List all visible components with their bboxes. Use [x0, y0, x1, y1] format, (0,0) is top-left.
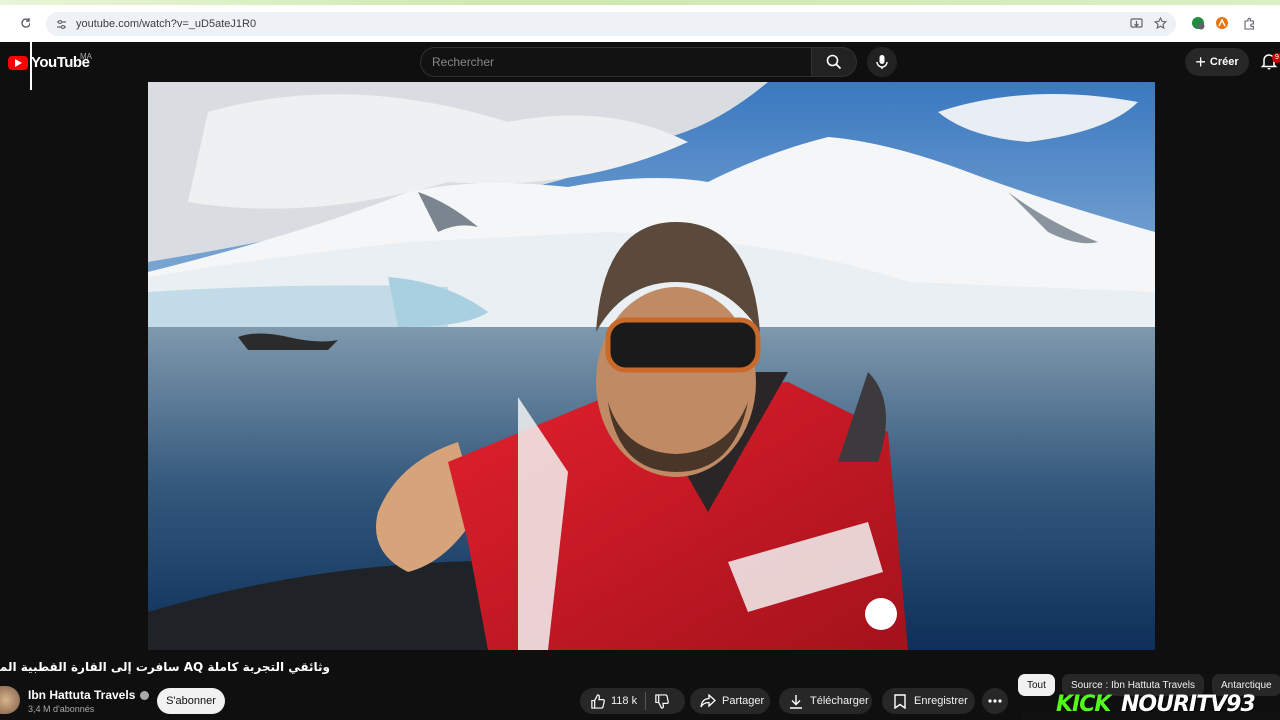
youtube-play-icon	[8, 55, 28, 70]
kick-logo: KICK	[1056, 692, 1111, 717]
verified-badge-icon	[140, 690, 150, 700]
youtube-logo[interactable]: YouTube	[8, 54, 90, 71]
streamer-handle: NOURITV93	[1121, 692, 1256, 717]
save-button[interactable]: Enregistrer	[882, 688, 975, 714]
share-button[interactable]: Partager	[690, 688, 770, 714]
thumbs-up-icon	[591, 693, 605, 709]
search-icon	[826, 54, 842, 70]
like-count: 118 k	[611, 695, 638, 707]
channel-name-link[interactable]: Ibn Hattuta Travels	[28, 688, 150, 702]
search-field[interactable]	[420, 47, 812, 77]
like-divider	[645, 692, 647, 710]
save-label: Enregistrer	[914, 695, 968, 707]
video-title: وثائقي التجربة كاملة AQ سافرت إلى القارة…	[0, 660, 330, 674]
country-code: MA	[80, 52, 92, 61]
microphone-icon	[876, 55, 888, 69]
plus-icon: +	[1195, 52, 1206, 72]
create-button[interactable]: + Créer	[1185, 48, 1249, 76]
bookmark-icon	[894, 693, 906, 709]
create-label: Créer	[1209, 56, 1239, 68]
download-icon	[790, 694, 802, 709]
address-bar[interactable]: youtube.com/watch?v=_uD5ateJ1R0	[46, 12, 1176, 36]
install-app-icon[interactable]	[1128, 15, 1144, 31]
extension-orange-icon[interactable]	[1214, 15, 1230, 31]
download-button[interactable]: Télécharger	[779, 688, 872, 714]
thumbs-down-icon	[655, 693, 669, 709]
video-player[interactable]	[148, 82, 1155, 650]
subscriber-count: 3,4 M d'abonnés	[28, 704, 95, 714]
more-actions-button[interactable]	[982, 688, 1008, 714]
video-frame	[148, 82, 1155, 650]
chip-all[interactable]: Tout	[1018, 674, 1055, 696]
extension-green-icon[interactable]	[1190, 15, 1206, 31]
site-info-icon[interactable]	[52, 15, 70, 33]
like-dislike-group: 118 k	[580, 688, 685, 714]
more-dots-icon	[988, 699, 1002, 703]
notification-badge: 9	[1272, 53, 1280, 63]
search-input[interactable]	[432, 55, 811, 69]
subscribe-button[interactable]: S'abonner	[157, 688, 225, 714]
dislike-button[interactable]	[654, 693, 669, 709]
download-label: Télécharger	[810, 695, 869, 707]
bookmark-star-icon[interactable]	[1152, 15, 1168, 31]
address-url: youtube.com/watch?v=_uD5ateJ1R0	[76, 18, 257, 30]
extensions-puzzle-icon[interactable]	[1241, 15, 1257, 31]
text-cursor	[30, 22, 32, 90]
share-arrow-icon	[700, 694, 716, 708]
channel-name: Ibn Hattuta Travels	[28, 688, 136, 702]
search-button[interactable]	[811, 47, 857, 77]
like-button[interactable]: 118 k	[580, 693, 638, 709]
browser-tab-strip	[0, 0, 1280, 5]
share-label: Partager	[722, 695, 765, 707]
voice-search-button[interactable]	[867, 47, 897, 77]
channel-avatar[interactable]	[0, 686, 20, 714]
